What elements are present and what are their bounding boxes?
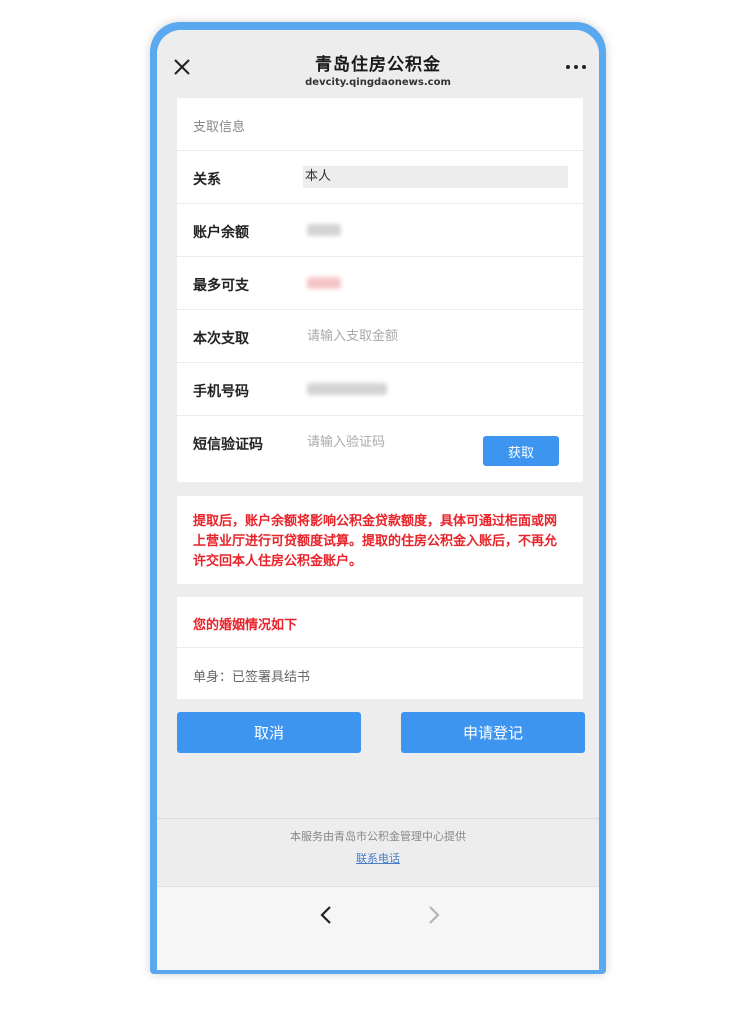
footer: 本服务由青岛市公积金管理中心提供 联系电话 [157, 818, 599, 886]
submit-registration-button[interactable]: 申请登记 [401, 712, 585, 753]
chevron-right-icon [429, 906, 440, 924]
amount-row: 本次支取 [177, 310, 583, 363]
more-dots-icon [582, 65, 586, 69]
phone-frame: 青岛住房公积金 devcity.qingdaonews.com 支取信息 关系 … [150, 22, 606, 974]
balance-value-redacted [307, 224, 341, 236]
relation-row[interactable]: 关系 本人 [177, 151, 583, 204]
amount-input[interactable] [307, 324, 477, 348]
provider-text: 本服务由青岛市公积金管理中心提供 [290, 830, 466, 843]
more-menu-button[interactable] [565, 60, 587, 74]
balance-row: 账户余额 [177, 204, 583, 257]
browser-nav-bar [157, 886, 599, 970]
back-button[interactable] [317, 903, 337, 927]
withdrawal-form-card: 支取信息 关系 本人 账户余额 最多可支 本次支取 手机号码 [177, 98, 583, 482]
relation-select[interactable]: 本人 [303, 166, 568, 188]
phone-label: 手机号码 [193, 384, 249, 400]
sms-code-row: 短信验证码 获取 [177, 416, 583, 482]
marriage-title: 您的婚姻情况如下 [193, 618, 298, 633]
amount-label: 本次支取 [193, 331, 249, 347]
title-block: 青岛住房公积金 devcity.qingdaonews.com [157, 50, 599, 88]
phone-row: 手机号码 [177, 363, 583, 416]
phone-value-redacted [307, 383, 387, 395]
marriage-header-row: 您的婚姻情况如下 [177, 597, 583, 648]
page-title: 青岛住房公积金 [315, 55, 441, 75]
get-code-button[interactable]: 获取 [483, 436, 559, 466]
chevron-left-icon [320, 906, 331, 924]
balance-label: 账户余额 [193, 225, 249, 241]
browser-screen: 青岛住房公积金 devcity.qingdaonews.com 支取信息 关系 … [157, 30, 599, 970]
contact-phone-link[interactable]: 联系电话 [356, 850, 400, 866]
forward-button[interactable] [423, 903, 443, 927]
max-withdraw-label: 最多可支 [193, 278, 249, 294]
more-dots-icon [574, 65, 578, 69]
max-withdraw-row: 最多可支 [177, 257, 583, 310]
notice-text: 提取后，账户余额将影响公积金贷款额度，具体可通过柜面或网上营业厅进行可贷额度试算… [193, 514, 558, 569]
marriage-status: 单身：已签署具结书 [193, 670, 311, 685]
more-dots-icon [566, 65, 570, 69]
section-title: 支取信息 [193, 120, 246, 135]
form-section-header: 支取信息 [177, 98, 583, 151]
notice-card: 提取后，账户余额将影响公积金贷款额度，具体可通过柜面或网上营业厅进行可贷额度试算… [177, 496, 583, 584]
relation-label: 关系 [193, 172, 221, 188]
marriage-card: 您的婚姻情况如下 单身：已签署具结书 [177, 597, 583, 699]
page-url: devcity.qingdaonews.com [305, 77, 451, 88]
marriage-status-row: 单身：已签署具结书 [177, 648, 583, 699]
sms-code-label: 短信验证码 [193, 437, 263, 453]
max-withdraw-value-redacted [307, 277, 341, 289]
cancel-button[interactable]: 取消 [177, 712, 361, 753]
sms-code-input[interactable] [307, 430, 477, 454]
top-bar: 青岛住房公积金 devcity.qingdaonews.com [157, 30, 599, 108]
